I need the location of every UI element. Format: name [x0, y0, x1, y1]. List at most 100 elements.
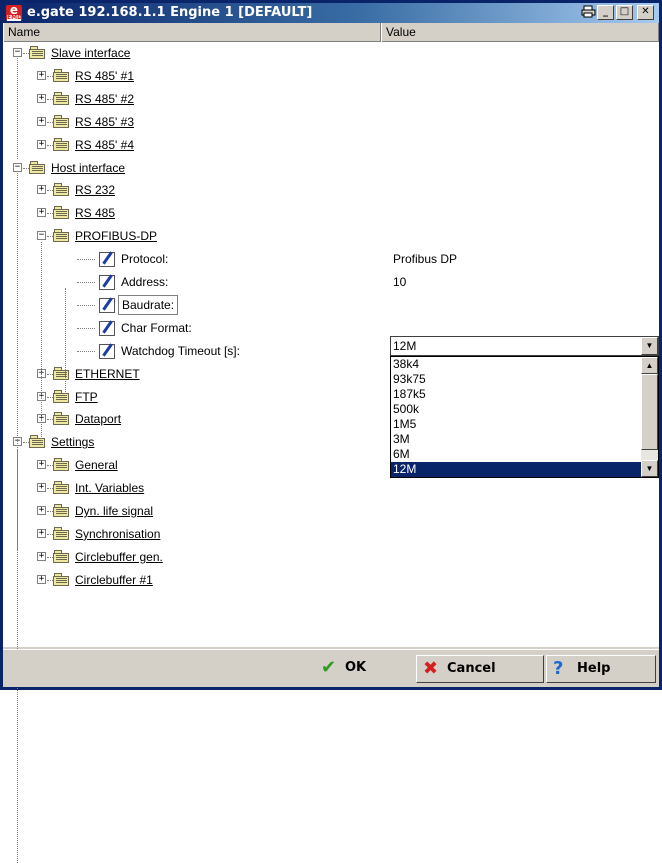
dropdown-option[interactable]: 6M: [391, 447, 641, 462]
minimize-button[interactable]: _: [597, 5, 614, 20]
dropdown-option[interactable]: 38k4: [391, 357, 641, 372]
expand-icon[interactable]: +: [37, 483, 46, 493]
tree-node[interactable]: + Int. Variables: [3, 477, 381, 499]
property-value[interactable]: 10: [393, 271, 406, 293]
tree-node-label[interactable]: Char Format:: [121, 317, 192, 339]
edit-property-icon: [99, 297, 115, 313]
expand-icon[interactable]: +: [37, 93, 46, 103]
tree-node-label[interactable]: Dyn. life signal: [75, 500, 153, 522]
tree-node-label[interactable]: Address:: [121, 271, 168, 293]
tree-node[interactable]: + RS 485: [3, 202, 381, 224]
tree-node[interactable]: + Circlebuffer #1: [3, 569, 381, 591]
folder-icon: [53, 412, 71, 426]
tree-node-label[interactable]: Circlebuffer #1: [75, 569, 153, 591]
expand-icon[interactable]: +: [37, 116, 46, 126]
tree-node[interactable]: − Host interface: [3, 157, 381, 179]
expand-icon[interactable]: +: [37, 460, 46, 470]
collapse-icon[interactable]: −: [13, 162, 22, 172]
tree-node-label[interactable]: RS 485' #3: [75, 111, 134, 133]
cancel-button[interactable]: ✖ Cancel: [416, 655, 544, 683]
expand-icon[interactable]: +: [37, 506, 46, 515]
tree-node-label[interactable]: Synchronisation: [75, 523, 160, 545]
property-row[interactable]: Watchdog Timeout [s]:: [3, 340, 381, 362]
close-button[interactable]: ✕: [637, 5, 654, 20]
tree-node-label[interactable]: General: [75, 454, 118, 476]
expand-icon[interactable]: +: [37, 574, 46, 584]
scroll-down-icon[interactable]: ▼: [641, 460, 658, 477]
tree-node-label[interactable]: Settings: [51, 431, 94, 453]
tree-node[interactable]: + Dyn. life signal: [3, 500, 381, 522]
dropdown-option[interactable]: 12M: [391, 462, 641, 477]
tree-node-label[interactable]: RS 485' #2: [75, 88, 134, 110]
print-icon[interactable]: [580, 5, 597, 20]
tree-node[interactable]: + RS 485' #3: [3, 111, 381, 133]
tree-node-label[interactable]: Watchdog Timeout [s]:: [121, 340, 240, 362]
tree-node[interactable]: + RS 232: [3, 179, 381, 201]
folder-icon: [53, 366, 71, 381]
tree-node-label[interactable]: Baudrate:: [118, 294, 179, 315]
tree-node-label[interactable]: Dataport: [75, 408, 121, 430]
application-window: e EMD e.gate 192.168.1.1 Engine 1 [DEFAUL…: [0, 0, 662, 863]
tree-node[interactable]: + RS 485' #2: [3, 88, 381, 110]
scroll-up-icon[interactable]: ▲: [641, 357, 658, 374]
tree-node[interactable]: − Slave interface: [3, 42, 381, 64]
expand-icon[interactable]: +: [37, 528, 46, 538]
button-bar: ✔ OK ✖ Cancel ? Help: [3, 649, 659, 687]
column-header-name[interactable]: Name: [3, 23, 381, 42]
tree-node-label[interactable]: RS 232: [75, 179, 115, 201]
app-icon: e EMD: [6, 3, 23, 21]
tree-node[interactable]: + Circlebuffer gen.: [3, 546, 381, 568]
tree-node[interactable]: + ETHERNET: [3, 363, 381, 385]
tree-node-label[interactable]: Host interface: [51, 157, 125, 179]
help-button[interactable]: ? Help: [546, 655, 656, 683]
tree-node-label[interactable]: RS 485' #1: [75, 65, 134, 87]
tree-node-label[interactable]: Protocol:: [121, 248, 168, 270]
tree-node[interactable]: + FTP: [3, 386, 381, 408]
tree-node-label[interactable]: FTP: [75, 386, 98, 408]
tree-node[interactable]: + Synchronisation: [3, 523, 381, 545]
dropdown-option[interactable]: 187k5: [391, 387, 641, 402]
expand-icon[interactable]: +: [37, 185, 46, 195]
property-row[interactable]: Char Format:: [3, 317, 381, 339]
baudrate-dropdown-list[interactable]: 12M 6M 3M 1M5 500k 187k5 93k75 38k4 ▲ ▼: [390, 356, 659, 478]
tree-node-label[interactable]: PROFIBUS-DP: [75, 225, 157, 247]
tree-node-label[interactable]: RS 485' #4: [75, 134, 134, 156]
tree-node-label[interactable]: Int. Variables: [75, 477, 144, 499]
baudrate-combobox[interactable]: 12M ▼: [390, 336, 659, 356]
dropdown-option[interactable]: 93k75: [391, 372, 641, 387]
folder-icon: [53, 389, 71, 404]
title-bar[interactable]: e EMD e.gate 192.168.1.1 Engine 1 [DEFAUL…: [3, 3, 659, 23]
maximize-button[interactable]: □: [616, 5, 633, 20]
dropdown-option[interactable]: 1M5: [391, 417, 641, 432]
tree-node-label[interactable]: RS 485: [75, 202, 115, 224]
tree-node[interactable]: + General: [3, 454, 381, 476]
tree-node-label[interactable]: Circlebuffer gen.: [75, 546, 163, 568]
expand-icon[interactable]: +: [37, 551, 46, 561]
tree-node[interactable]: + Dataport: [3, 408, 381, 430]
tree-node-label[interactable]: Slave interface: [51, 42, 130, 64]
property-value[interactable]: Profibus DP: [393, 248, 457, 270]
dropdown-scrollbar[interactable]: ▲ ▼: [641, 357, 658, 477]
ok-button[interactable]: ✔ OK: [315, 655, 415, 683]
tree-node[interactable]: + RS 485' #4: [3, 134, 381, 156]
folder-icon: [53, 526, 71, 541]
dropdown-option[interactable]: 500k: [391, 402, 641, 417]
property-row[interactable]: Protocol:: [3, 248, 381, 270]
tree-node[interactable]: − Settings: [3, 431, 381, 453]
property-row[interactable]: Address:: [3, 271, 381, 293]
expand-icon[interactable]: +: [37, 70, 46, 80]
scrollbar-thumb[interactable]: [641, 374, 658, 450]
window-title: e.gate 192.168.1.1 Engine 1 [DEFAULT]: [27, 5, 313, 20]
tree-node[interactable]: + RS 485' #1: [3, 65, 381, 87]
collapse-icon[interactable]: −: [37, 231, 46, 241]
dropdown-arrow-icon[interactable]: ▼: [641, 337, 658, 355]
tree-node-label[interactable]: ETHERNET: [75, 363, 140, 385]
expand-icon[interactable]: +: [37, 139, 46, 149]
folder-icon: [53, 91, 71, 106]
expand-icon[interactable]: +: [37, 208, 46, 218]
dropdown-option[interactable]: 3M: [391, 432, 641, 447]
tree-node[interactable]: − PROFIBUS-DP: [3, 225, 381, 247]
column-header-value[interactable]: Value: [381, 23, 659, 42]
property-row[interactable]: Baudrate:: [3, 294, 381, 316]
collapse-icon[interactable]: −: [13, 48, 22, 57]
